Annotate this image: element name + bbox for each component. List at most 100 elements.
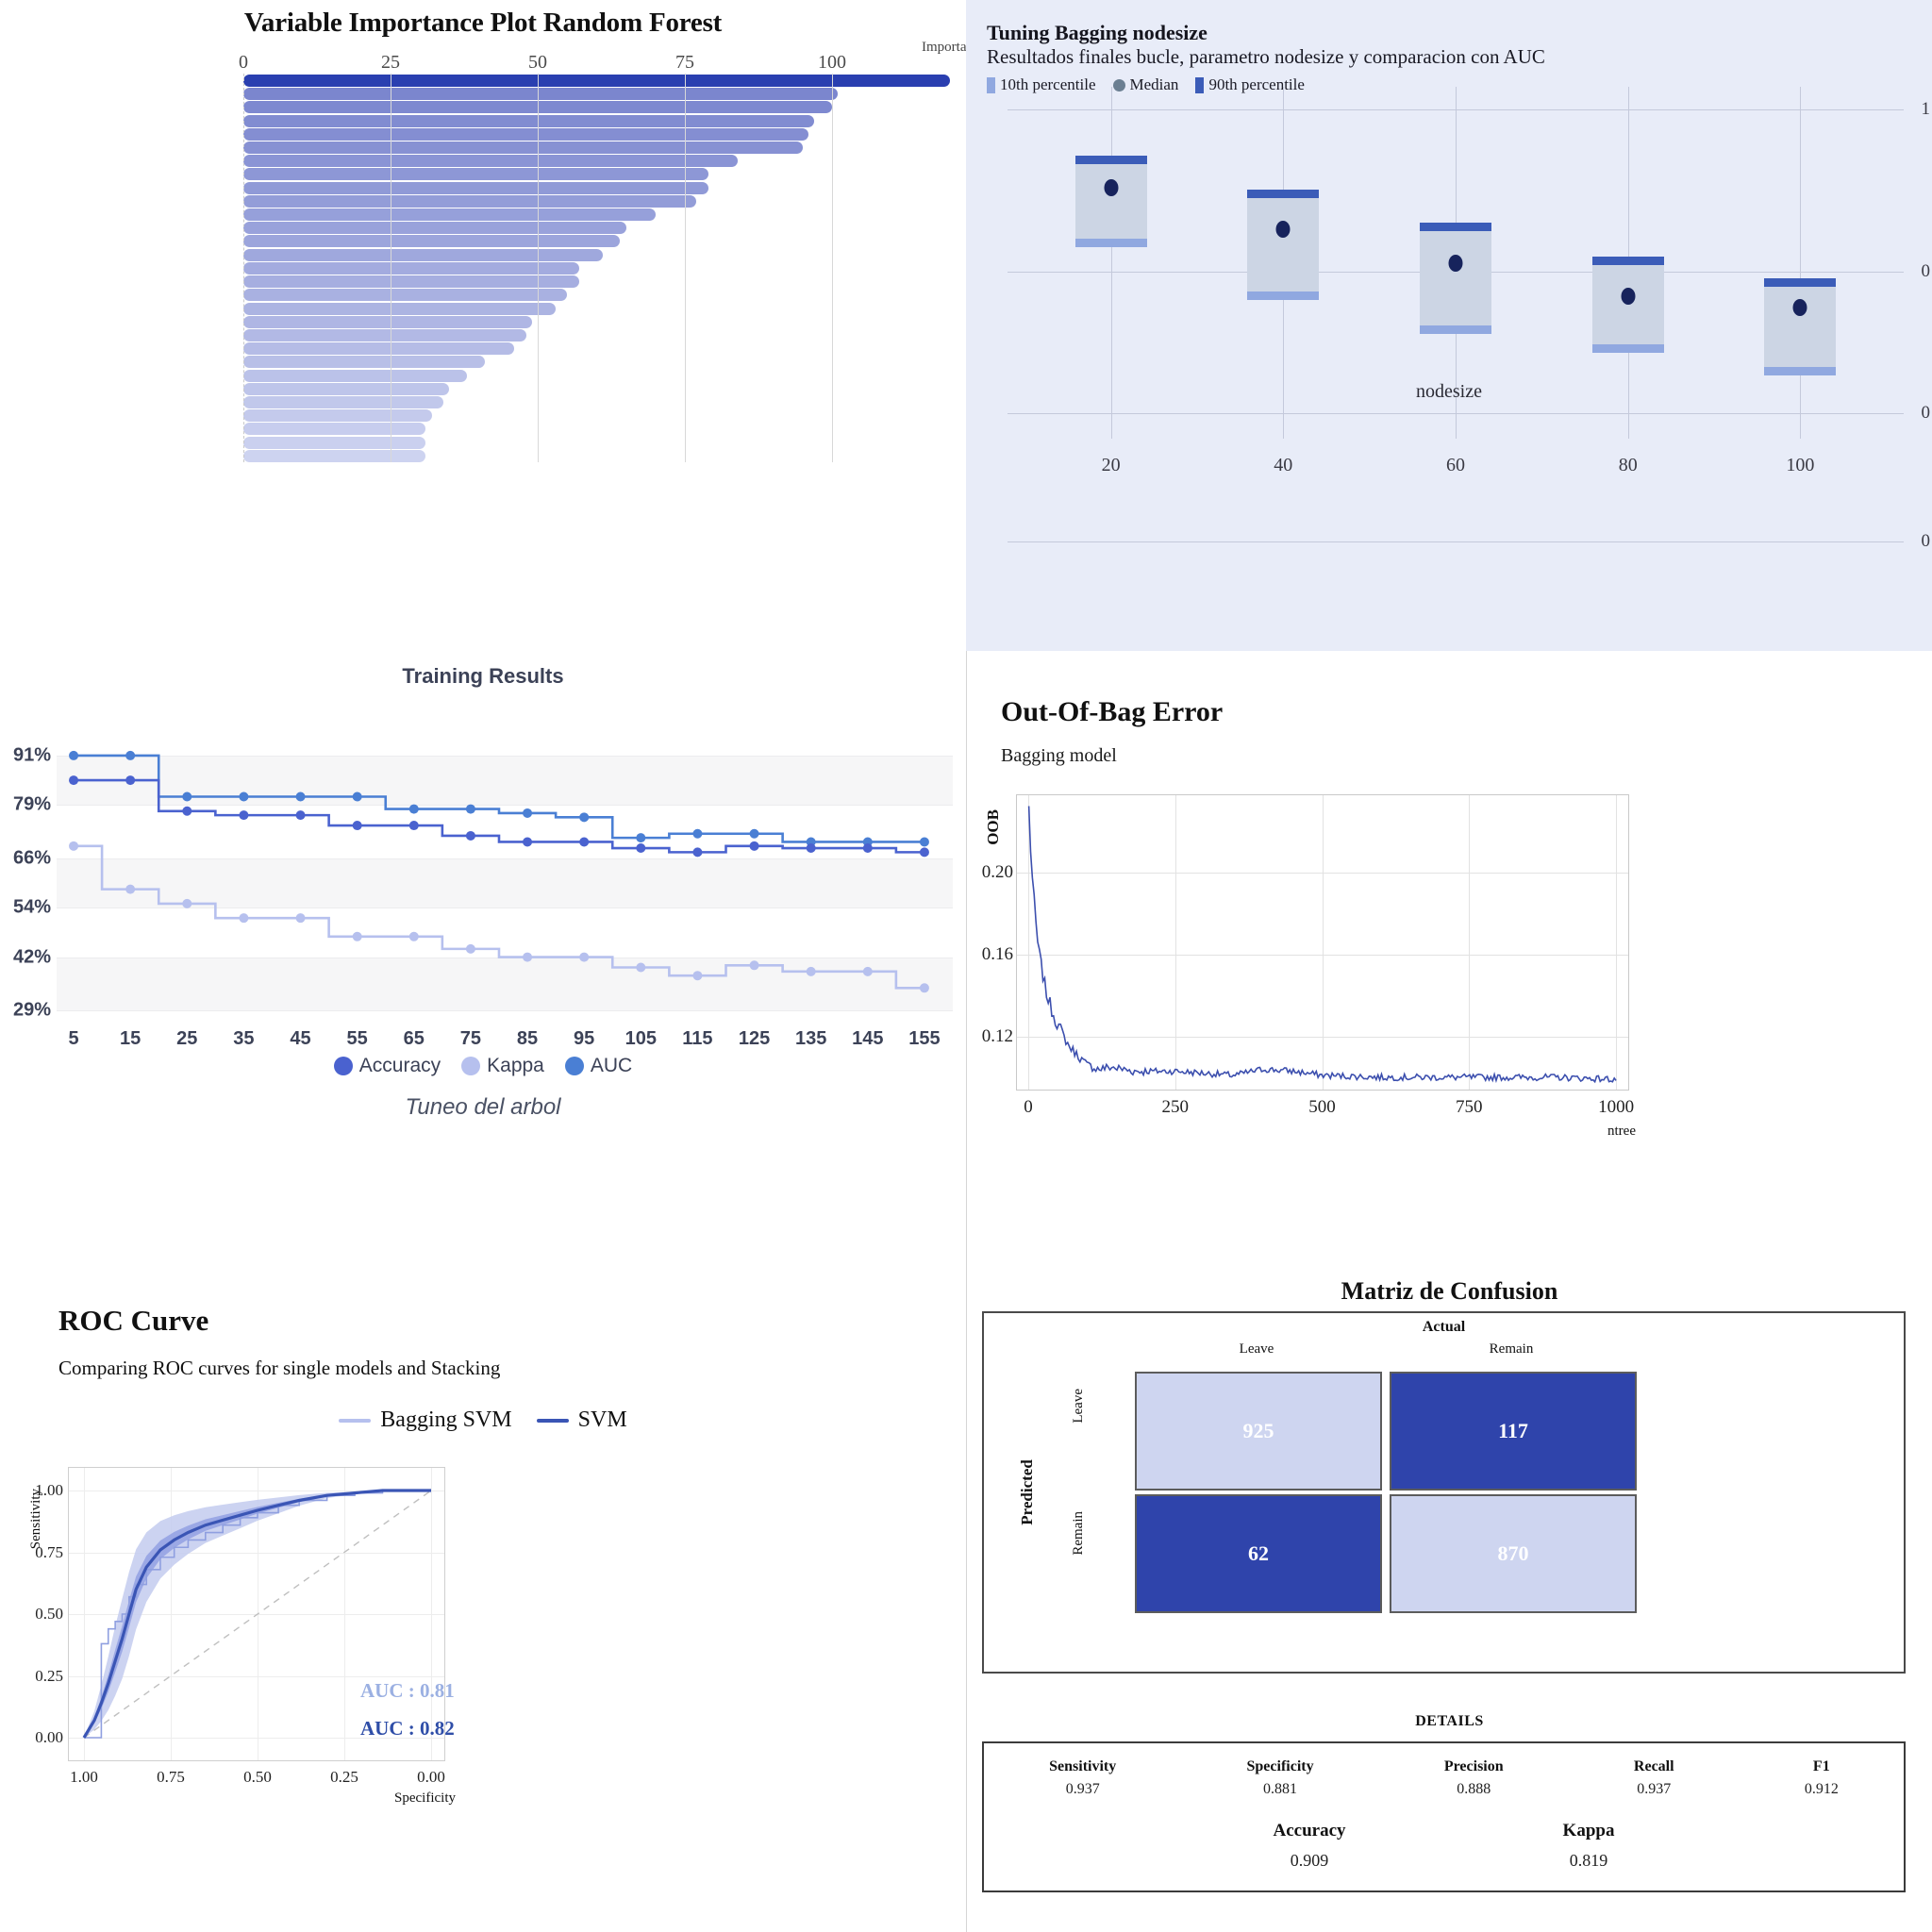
- roc-y-tick: 0.75: [35, 1542, 63, 1561]
- oob-x-tick: 1000: [1598, 1097, 1635, 1117]
- tuning-10th-cap: [1764, 367, 1837, 375]
- oob-error-panel: Out-Of-Bag Error Bagging model OOB 0.20 0…: [966, 651, 1932, 1274]
- training-y-tick: 79%: [12, 793, 51, 815]
- roc-x-tick: 1.00: [70, 1768, 98, 1786]
- details-metric: Specificity 0.881: [1247, 1758, 1314, 1798]
- variable-importance-gridline: [538, 74, 539, 462]
- details-metric-key: Recall: [1633, 1758, 1674, 1774]
- training-x-tick: 45: [290, 1028, 311, 1049]
- training-y-tick: 91%: [12, 744, 51, 766]
- roc-legend-line-icon: [339, 1418, 372, 1423]
- tuning-nodesize-panel: Tuning Bagging nodesize Resultados final…: [966, 0, 1932, 651]
- details-metric: F1 0.912: [1805, 1758, 1839, 1798]
- tuning-10th-cap: [1074, 238, 1147, 247]
- variable-importance-bar: [243, 155, 739, 168]
- variable-importance-row: Monthly income: [243, 75, 950, 87]
- variable-importance-row: Total working years: [243, 181, 708, 194]
- details-metric-value: 0.912: [1804, 1781, 1839, 1797]
- details-panel: DETAILS Sensitivity 0.937 Specificity 0.881…: [966, 1707, 1932, 1932]
- variable-importance-row: Environment satisfaction: [243, 142, 803, 155]
- roc-title: ROC Curve: [58, 1304, 209, 1337]
- tuning-y-tick: 0: [1921, 403, 1931, 424]
- variable-importance-bar: [243, 248, 603, 261]
- confusion-predicted-label: Predicted: [1018, 1459, 1036, 1525]
- confusion-column-label: Remain: [1489, 1341, 1534, 1357]
- roc-x-axis-label: Specificity: [394, 1790, 456, 1806]
- confusion-matrix-frame: Actual Predicted Leave Remain Leave Remain 9…: [982, 1311, 1906, 1674]
- oob-x-tick: 0: [1024, 1097, 1033, 1117]
- details-metric: Sensitivity 0.937: [1049, 1758, 1116, 1798]
- variable-importance-tick: 50: [528, 52, 547, 73]
- training-legend-dot-icon: [461, 1057, 481, 1075]
- variable-importance-bar: [243, 382, 450, 395]
- variable-importance-bar: [243, 289, 568, 302]
- variable-importance-gridline: [243, 74, 245, 462]
- variable-importance-row: Hourly rate: [243, 168, 708, 181]
- tuning-10th-cap: [1591, 344, 1664, 354]
- training-results-footer: Tuneo del arbol: [405, 1094, 561, 1120]
- variable-importance-bar: [243, 114, 815, 127]
- variable-importance-bar: [243, 342, 515, 356]
- tuning-median-marker: [1448, 254, 1463, 272]
- variable-importance-bar: [243, 423, 426, 436]
- variable-importance-gridline: [685, 74, 686, 462]
- oob-x-tick: 250: [1161, 1097, 1190, 1117]
- variable-importance-bar: [243, 142, 803, 155]
- tuning-legend-label: 90th percentile: [1208, 75, 1305, 93]
- tuning-90th-cap: [1764, 278, 1837, 288]
- oob-y-tick: 0.12: [981, 1025, 1013, 1046]
- roc-auc-bagging: AUC : 0.81: [360, 1679, 455, 1702]
- variable-importance-tick: 25: [381, 52, 400, 73]
- training-y-tick: 54%: [12, 896, 51, 918]
- confusion-cell: 117: [1390, 1372, 1637, 1491]
- roc-x-tick: 0.25: [330, 1768, 358, 1786]
- roc-x-tick: 0.00: [417, 1768, 445, 1786]
- training-y-tick: 42%: [12, 946, 51, 968]
- training-x-tick: 115: [682, 1028, 713, 1049]
- variable-importance-bar: [243, 369, 468, 382]
- oob-x-tick: 500: [1308, 1097, 1336, 1117]
- details-metric-value: 0.937: [1637, 1781, 1672, 1797]
- tuning-90th-cap: [1420, 223, 1491, 232]
- variable-importance-bar: [243, 436, 426, 449]
- tuning-10th-cap: [1247, 291, 1320, 301]
- variable-importance-bar: [243, 222, 626, 235]
- tuning-90th-cap: [1247, 189, 1320, 198]
- variable-importance-plot: Monthly incomeAgeJob satisfactionDaily r…: [243, 74, 980, 462]
- roc-curve-panel: ROC Curve Comparing ROC curves for singl…: [0, 1274, 966, 1932]
- training-x-tick: 125: [738, 1028, 771, 1049]
- variable-importance-row: Years since last promotion: [243, 315, 532, 328]
- roc-x-tick: 0.50: [243, 1768, 272, 1786]
- training-legend-item: Kappa: [461, 1055, 544, 1077]
- variable-importance-title: Variable Importance Plot Random Forest: [243, 8, 723, 38]
- variable-importance-row: Num companies worked: [243, 155, 739, 168]
- roc-legend-line-icon: [536, 1418, 569, 1423]
- variable-importance-row: Job role sales representative: [243, 395, 444, 408]
- details-metric-key: Accuracy: [1273, 1821, 1346, 1840]
- tuning-subtitle: Resultados finales bucle, parametro node…: [987, 45, 1545, 68]
- details-metric-key: Sensitivity: [1049, 1758, 1117, 1774]
- oob-y-tick: 0.16: [981, 944, 1013, 964]
- training-legend-item: AUC: [564, 1055, 633, 1077]
- variable-importance-row: Percent salary hike: [243, 208, 656, 222]
- training-x-tick: 135: [794, 1028, 827, 1049]
- variable-importance-bar: [243, 235, 621, 248]
- tuning-median-marker: [1792, 298, 1807, 316]
- training-x-tick: 95: [574, 1028, 595, 1049]
- oob-plot: 0.20 0.16 0.12 0 250 500 750 1000 ntree: [982, 794, 1636, 1139]
- percentile-swatch-icon: [1195, 76, 1205, 93]
- roc-legend-item: Bagging SVM: [339, 1407, 512, 1433]
- variable-importance-panel: Variable Importance Plot Random Forest I…: [0, 0, 989, 651]
- variable-importance-bar: [243, 356, 485, 369]
- details-row-secondary: Accuracy 0.909 Kappa 0.819: [984, 1821, 1904, 1871]
- variable-importance-row: Distance from home: [243, 127, 809, 141]
- oob-series-svg: [1027, 806, 1617, 1084]
- tuning-median-marker: [1104, 178, 1119, 196]
- tuning-gridline-h: [1008, 541, 1904, 543]
- tuning-median-marker: [1275, 221, 1291, 239]
- variable-importance-row: Department sales: [243, 436, 426, 449]
- training-x-tick: 85: [516, 1028, 539, 1049]
- roc-auc-svm: AUC : 0.82: [360, 1717, 455, 1740]
- training-legend-label: AUC: [590, 1055, 633, 1076]
- tuning-x-tick: 20: [1101, 455, 1121, 475]
